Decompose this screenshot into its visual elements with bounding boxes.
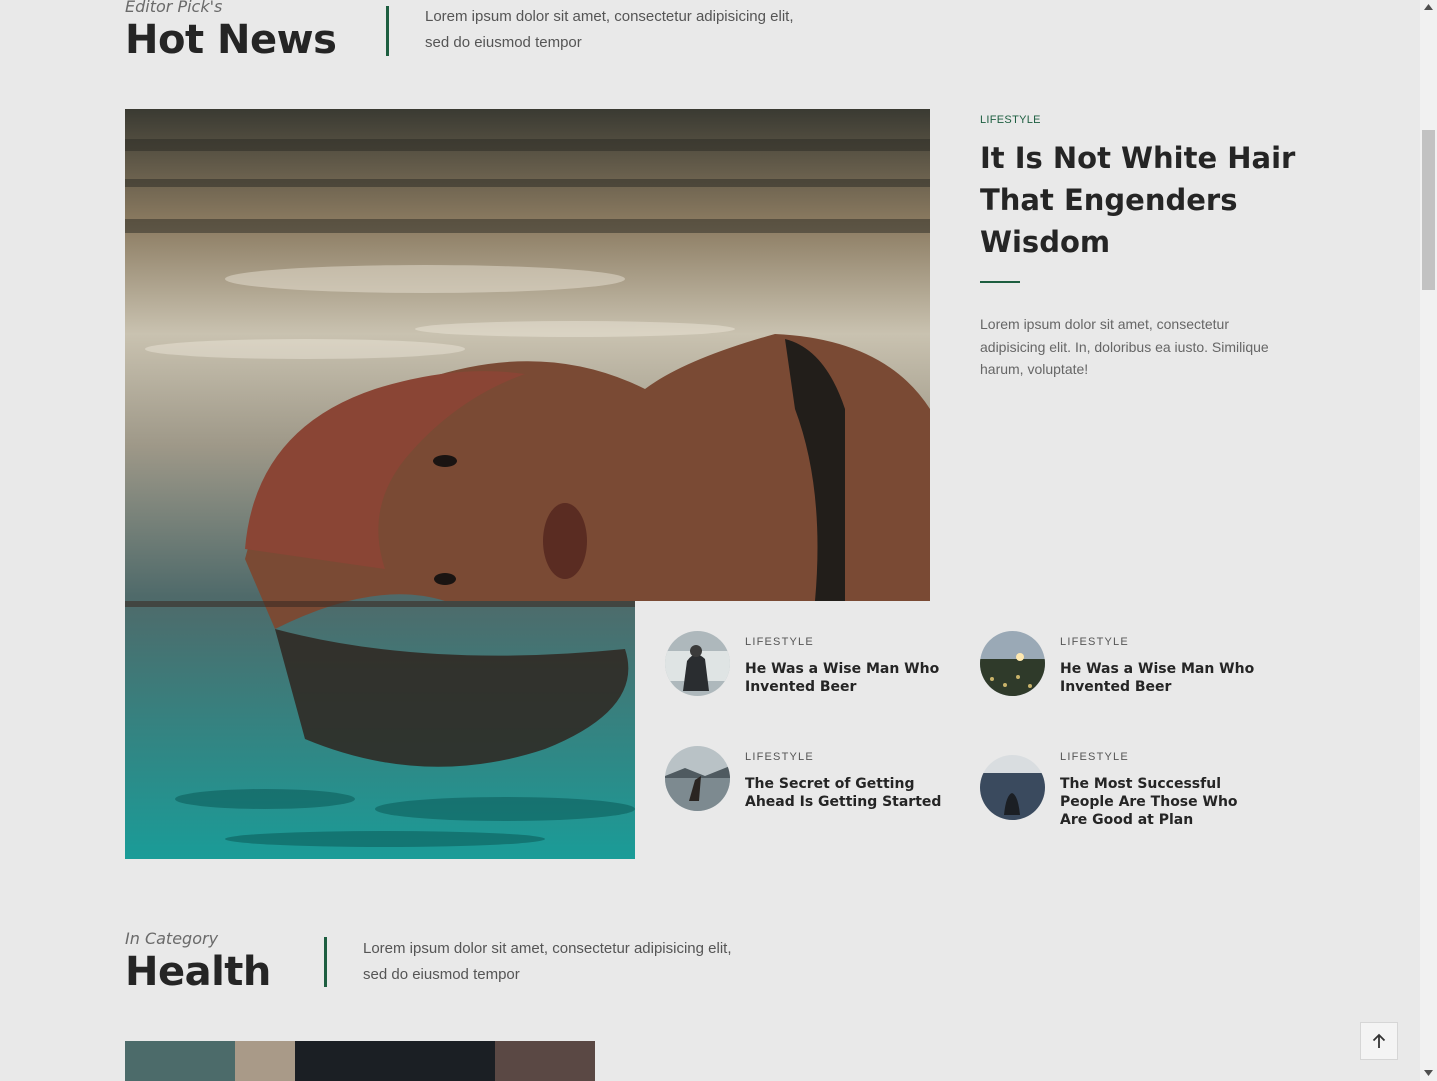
section-divider bbox=[324, 937, 327, 987]
back-to-top-button[interactable] bbox=[1360, 1022, 1398, 1060]
scrollbar-thumb[interactable] bbox=[1422, 130, 1435, 290]
scroll-up-arrow-icon[interactable] bbox=[1424, 4, 1433, 10]
section-divider bbox=[386, 6, 389, 56]
section-description: Lorem ipsum dolor sit amet, consectetur … bbox=[425, 8, 794, 51]
section-kicker: Editor Pick's bbox=[125, 0, 223, 16]
arrow-up-icon bbox=[1372, 1033, 1386, 1048]
section-description: Lorem ipsum dolor sit amet, consectetur … bbox=[363, 940, 732, 983]
list-item[interactable] bbox=[980, 631, 1045, 701]
card-category[interactable]: LIFESTYLE bbox=[1060, 636, 1129, 648]
card-title[interactable]: The Secret of Getting Ahead Is Getting S… bbox=[745, 775, 945, 811]
lead-article-rule bbox=[980, 281, 1020, 283]
section-title: Hot News bbox=[125, 17, 337, 63]
section-title: Health bbox=[125, 949, 271, 995]
list-item[interactable] bbox=[980, 755, 1045, 825]
scroll-down-arrow-icon[interactable] bbox=[1424, 1070, 1433, 1076]
health-article-image[interactable] bbox=[125, 1041, 595, 1081]
lead-article-category[interactable]: LIFESTYLE bbox=[980, 114, 1041, 126]
card-category[interactable]: LIFESTYLE bbox=[1060, 751, 1129, 763]
lead-article-excerpt: Lorem ipsum dolor sit amet, consectetur … bbox=[980, 316, 1269, 377]
card-title[interactable]: He Was a Wise Man Who Invented Beer bbox=[1060, 660, 1260, 696]
card-category[interactable]: LIFESTYLE bbox=[745, 636, 814, 648]
vertical-scrollbar[interactable] bbox=[1420, 0, 1437, 1081]
article-thumbnail[interactable] bbox=[980, 755, 1045, 820]
list-item[interactable] bbox=[665, 631, 730, 701]
article-thumbnail[interactable] bbox=[665, 746, 730, 811]
card-title[interactable]: He Was a Wise Man Who Invented Beer bbox=[745, 660, 945, 696]
article-thumbnail[interactable] bbox=[665, 631, 730, 696]
lead-article-title[interactable]: It Is Not White Hair That Engenders Wisd… bbox=[980, 137, 1300, 263]
card-category[interactable]: LIFESTYLE bbox=[745, 751, 814, 763]
list-item[interactable] bbox=[665, 746, 730, 816]
article-thumbnail[interactable] bbox=[980, 631, 1045, 696]
section-kicker: In Category bbox=[125, 929, 219, 948]
card-title[interactable]: The Most Successful People Are Those Who… bbox=[1060, 775, 1260, 829]
